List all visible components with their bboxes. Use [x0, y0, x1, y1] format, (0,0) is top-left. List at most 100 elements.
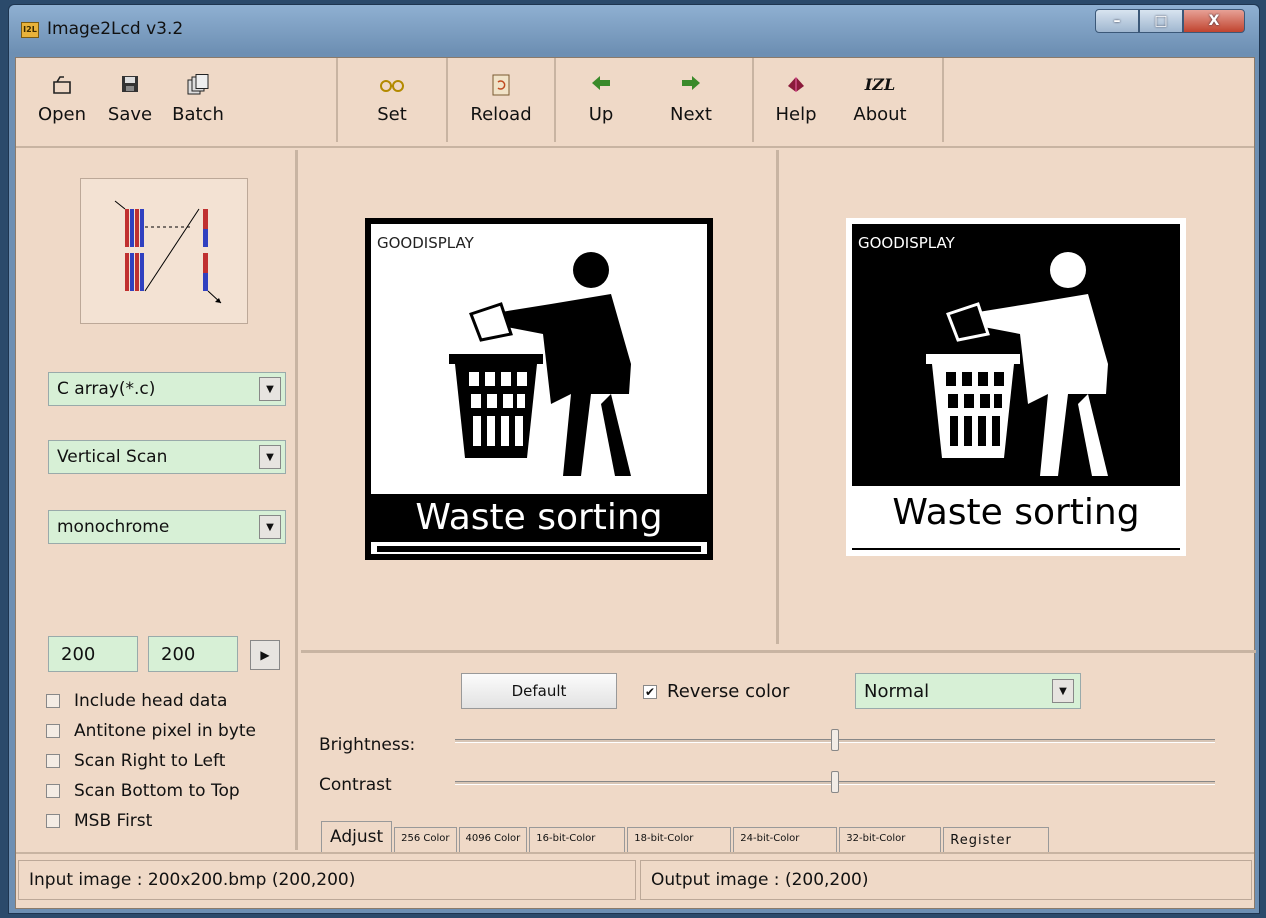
up-button[interactable]: Up: [556, 74, 646, 125]
checkbox-label: Scan Right to Left: [74, 751, 226, 771]
scan-bottom-to-top-checkbox[interactable]: Scan Bottom to Top: [46, 776, 256, 806]
output-image-status: Output image : (200,200): [640, 860, 1252, 900]
waste-person-icon: [449, 252, 631, 476]
tab-256-color[interactable]: 256 Color: [394, 827, 457, 853]
about-label: About: [853, 104, 907, 125]
play-icon: ▶: [260, 648, 270, 662]
next-arrow-icon: [680, 74, 702, 96]
minimize-button[interactable]: –: [1095, 9, 1139, 33]
tab-16-bit-color[interactable]: 16-bit-Color: [529, 827, 626, 853]
chevron-down-icon[interactable]: ▼: [259, 515, 281, 539]
tab-register[interactable]: Register: [943, 827, 1050, 853]
checkbox-label: Antitone pixel in byte: [74, 721, 257, 741]
next-button[interactable]: Next: [646, 74, 736, 125]
tab-24-bit-color[interactable]: 24-bit-Color: [733, 827, 838, 853]
gray-scale-select[interactable]: monochrome ▼: [48, 510, 286, 544]
antitone-pixel-checkbox[interactable]: Antitone pixel in byte: [46, 716, 256, 746]
input-image: GOODISPLAY Waste sorting: [365, 218, 713, 560]
toolbar-group-reload: Reload: [448, 58, 556, 142]
reload-button[interactable]: Reload: [464, 74, 537, 125]
title-bar[interactable]: I2L Image2Lcd v3.2 – □ X: [9, 5, 1259, 53]
settings-panel: C array(*.c) ▼ Vertical Scan ▼ monochrom…: [16, 150, 298, 850]
image-preview-area: GOODISPLAY Waste sorting GOODISPLAY Wast…: [301, 150, 1256, 650]
checkbox-label: Scan Bottom to Top: [74, 781, 240, 801]
waste-person-icon: [926, 252, 1108, 476]
reverse-color-label: Reverse color: [667, 681, 790, 702]
close-button[interactable]: X: [1183, 9, 1245, 33]
toolbar: Open Save Batch Set Reload Up Next Help …: [16, 58, 1254, 148]
batch-button[interactable]: Batch: [164, 74, 232, 125]
output-image-caption: Waste sorting: [852, 486, 1180, 540]
window-title: Image2Lcd v3.2: [47, 19, 184, 39]
checkbox-box[interactable]: [46, 784, 60, 798]
app-icon: I2L: [21, 22, 39, 38]
toolbar-group-file: Open Save Batch: [28, 58, 338, 142]
output-type-select[interactable]: C array(*.c) ▼: [48, 372, 286, 406]
checkbox-box[interactable]: [46, 724, 60, 738]
chevron-down-icon[interactable]: ▼: [259, 377, 281, 401]
output-image-panel: GOODISPLAY Waste sorting: [782, 150, 1256, 644]
input-image-caption: Waste sorting: [371, 494, 707, 542]
tab-18-bit-color[interactable]: 18-bit-Color: [627, 827, 732, 853]
chevron-down-icon[interactable]: ▼: [1052, 679, 1074, 703]
mode-select[interactable]: Normal ▼: [855, 673, 1081, 709]
input-image-panel: GOODISPLAY Waste sorting: [301, 150, 779, 644]
save-button[interactable]: Save: [96, 74, 164, 125]
tab-4096-color[interactable]: 4096 Color: [458, 827, 528, 853]
output-type-value: C array(*.c): [57, 379, 156, 399]
scan-diagram-icon: [114, 200, 222, 304]
default-button[interactable]: Default: [461, 673, 617, 709]
input-image-status: Input image : 200x200.bmp (200,200): [18, 860, 636, 900]
output-image: GOODISPLAY Waste sorting: [846, 218, 1186, 556]
help-button[interactable]: Help: [754, 74, 838, 125]
mode-value: Normal: [864, 680, 930, 702]
minimize-icon: –: [1113, 13, 1121, 29]
msb-first-checkbox[interactable]: MSB First: [46, 806, 256, 836]
include-head-data-checkbox[interactable]: Include head data: [46, 686, 256, 716]
reload-label: Reload: [470, 104, 532, 125]
maximize-button[interactable]: □: [1139, 9, 1183, 33]
toolbar-group-help: Help IZL About: [754, 58, 944, 142]
checkbox-box[interactable]: [46, 754, 60, 768]
gray-scale-value: monochrome: [57, 517, 170, 537]
options-list: Include head data Antitone pixel in byte…: [46, 686, 256, 836]
close-icon: X: [1208, 13, 1220, 29]
about-button[interactable]: IZL About: [838, 74, 922, 125]
reverse-color-checkbox[interactable]: ✔ Reverse color: [643, 681, 789, 702]
contrast-slider-thumb[interactable]: [831, 771, 839, 793]
image-underline: [852, 540, 1180, 548]
apply-size-button[interactable]: ▶: [250, 640, 280, 670]
help-icon: [785, 74, 807, 96]
tab-adjust[interactable]: Adjust: [321, 821, 393, 853]
brightness-label: Brightness:: [319, 735, 416, 755]
check-icon: ✔: [644, 684, 656, 699]
open-button[interactable]: Open: [28, 74, 96, 125]
tab-32-bit-color[interactable]: 32-bit-Color: [839, 827, 942, 853]
save-icon: [120, 74, 140, 96]
width-input[interactable]: 200: [48, 636, 138, 672]
up-label: Up: [588, 104, 614, 125]
batch-label: Batch: [172, 104, 224, 125]
toolbar-group-nav: Up Next: [556, 58, 754, 142]
set-icon: [380, 74, 404, 96]
up-arrow-icon: [590, 74, 612, 96]
tab-strip: Adjust 256 Color 4096 Color 16-bit-Color…: [321, 821, 1051, 853]
scan-right-to-left-checkbox[interactable]: Scan Right to Left: [46, 746, 256, 776]
chevron-down-icon[interactable]: ▼: [259, 445, 281, 469]
about-icon: IZL: [864, 75, 896, 94]
client-area: Open Save Batch Set Reload Up Next Help …: [15, 57, 1256, 909]
checkbox-label: Include head data: [74, 691, 228, 711]
status-bar: Input image : 200x200.bmp (200,200) Outp…: [16, 852, 1254, 908]
app-window: I2L Image2Lcd v3.2 – □ X Open Save Batch: [8, 4, 1260, 914]
checkbox-box[interactable]: [46, 694, 60, 708]
height-input[interactable]: 200: [148, 636, 238, 672]
scan-mode-value: Vertical Scan: [57, 447, 168, 467]
checkbox-box[interactable]: [46, 814, 60, 828]
checkbox-box[interactable]: ✔: [643, 684, 657, 699]
reload-icon: [491, 74, 511, 96]
brightness-slider-thumb[interactable]: [831, 729, 839, 751]
open-icon: [51, 74, 73, 96]
set-label: Set: [377, 104, 407, 125]
scan-mode-select[interactable]: Vertical Scan ▼: [48, 440, 286, 474]
set-button[interactable]: Set: [358, 74, 426, 125]
